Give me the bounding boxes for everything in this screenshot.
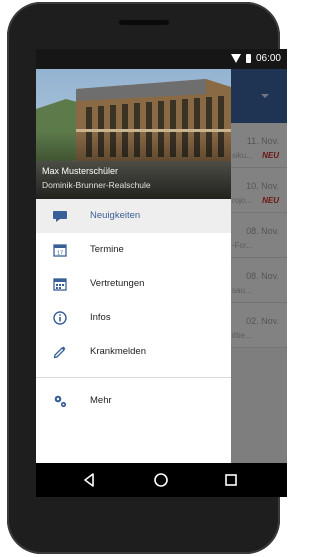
status-time: 06:00	[255, 53, 281, 64]
menu-item-krankmelden[interactable]: Krankmelden	[36, 335, 231, 369]
chat-bubble-icon	[53, 211, 67, 222]
speaker-grille	[119, 20, 169, 25]
menu-item-vertretungen[interactable]: Vertretungen	[36, 267, 231, 301]
info-icon	[53, 311, 67, 325]
calendar-17-icon: 17	[53, 244, 67, 257]
status-icons: 06:00	[230, 53, 281, 64]
school-name: Dominik-Brunner-Realschule	[42, 180, 151, 190]
menu-item-infos[interactable]: Infos	[36, 301, 231, 335]
drawer-menu: Neuigkeiten 17 Termine Vertretungen Info…	[36, 199, 231, 418]
menu-item-neuigkeiten[interactable]: Neuigkeiten	[36, 199, 231, 233]
menu-item-label: Mehr	[90, 395, 112, 406]
status-bar: 06:00	[36, 49, 287, 69]
user-name: Max Musterschüler	[42, 166, 119, 176]
home-icon[interactable]	[152, 471, 170, 489]
menu-item-termine[interactable]: 17 Termine	[36, 233, 231, 267]
svg-text:17: 17	[57, 251, 63, 257]
wifi-icon	[230, 54, 241, 63]
system-nav-bar	[36, 463, 287, 497]
recents-icon[interactable]	[222, 471, 240, 489]
menu-item-label: Infos	[90, 312, 111, 323]
back-icon[interactable]	[81, 471, 99, 489]
menu-item-mehr[interactable]: Mehr	[36, 384, 231, 418]
pencil-icon	[53, 346, 66, 359]
navigation-drawer: Max Musterschüler Dominik-Brunner-Realsc…	[36, 49, 231, 463]
menu-divider	[36, 377, 231, 378]
battery-icon	[245, 54, 251, 63]
menu-item-label: Vertretungen	[90, 278, 145, 289]
menu-item-label: Krankmelden	[90, 346, 146, 357]
drawer-header: Max Musterschüler Dominik-Brunner-Realsc…	[36, 49, 231, 199]
device-screen: 11. Nov. siku... NEU 10. Nov. rojo... NE…	[36, 49, 287, 463]
menu-item-label: Neuigkeiten	[90, 210, 141, 221]
school-building-image	[36, 49, 231, 199]
settings-gears-icon	[54, 395, 67, 408]
calendar-grid-icon	[53, 278, 67, 291]
menu-item-label: Termine	[90, 244, 124, 255]
